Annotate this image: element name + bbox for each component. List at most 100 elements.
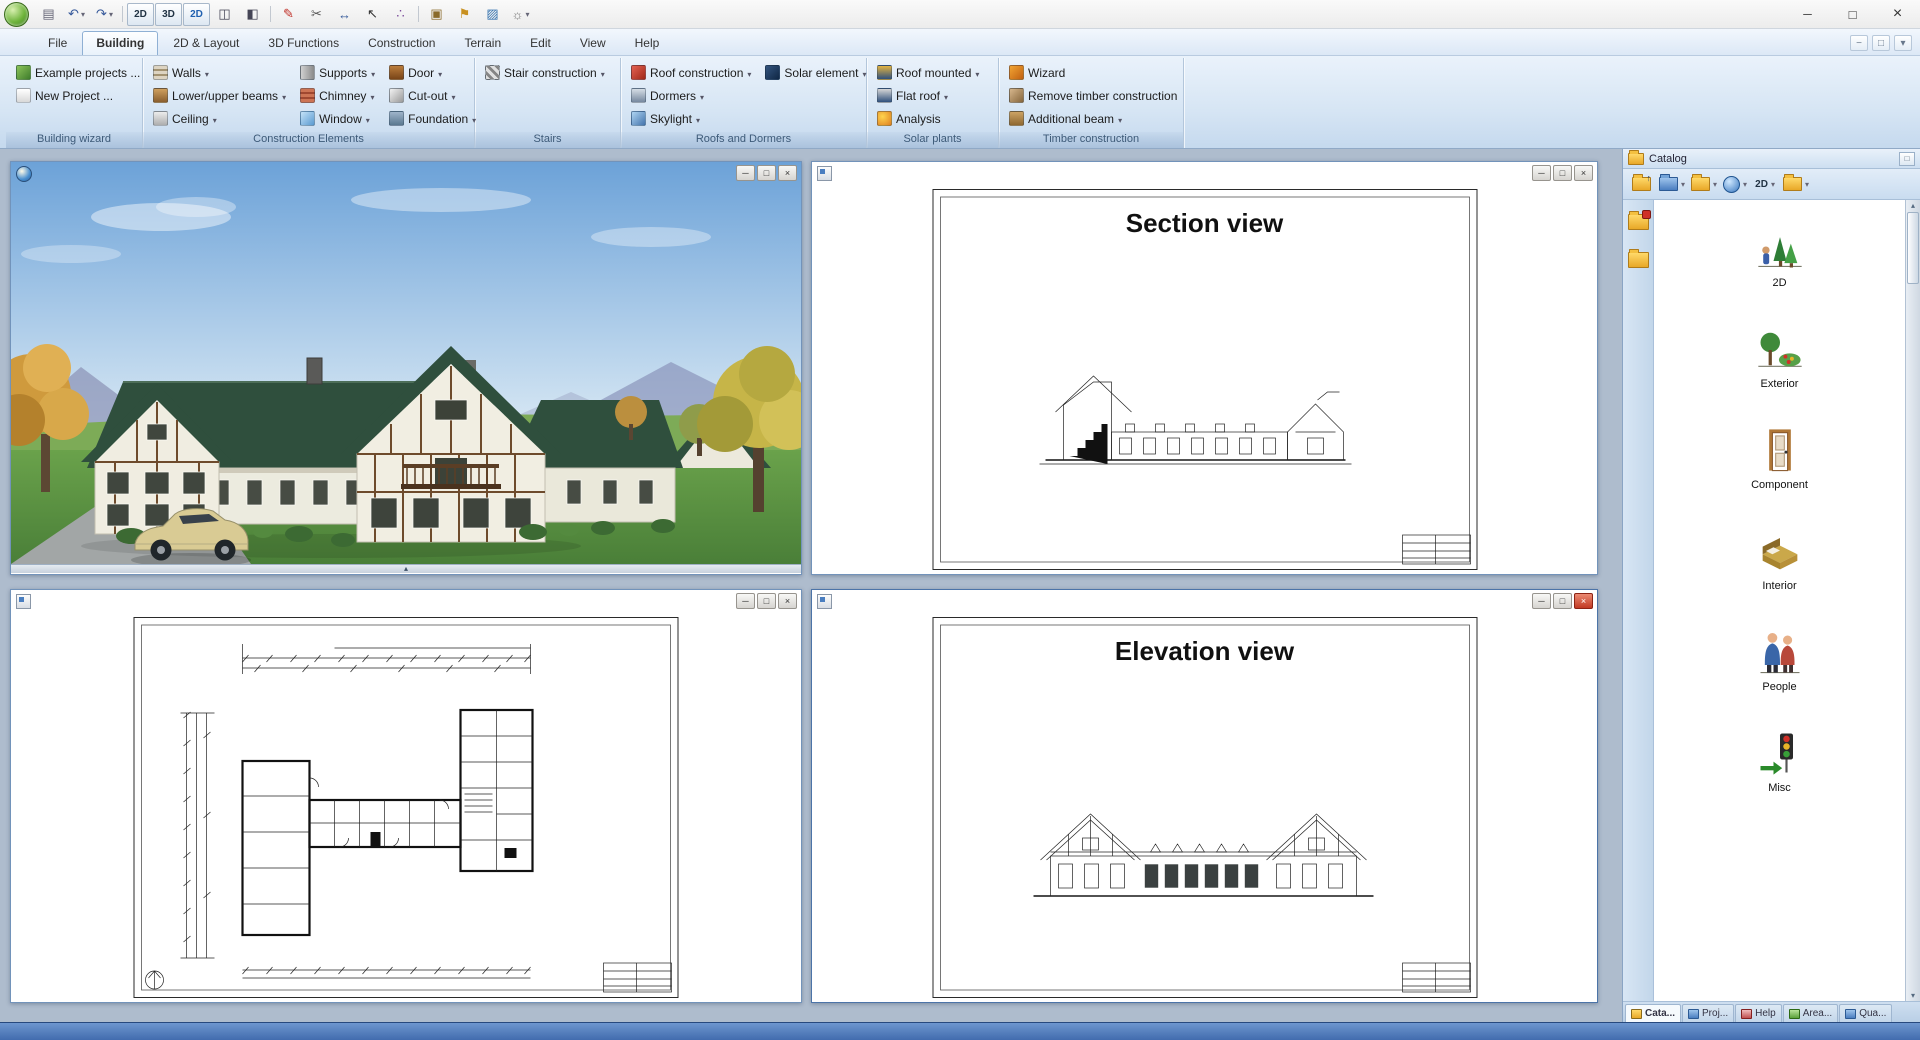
view-2d-button[interactable]: 2D: [127, 3, 154, 26]
child-minimize-button[interactable]: ─: [1532, 593, 1551, 609]
child-close-button[interactable]: ×: [1574, 165, 1593, 181]
window-menu-icon[interactable]: [817, 594, 832, 609]
tab-3d-functions[interactable]: 3D Functions: [254, 31, 353, 55]
window-button[interactable]: Window: [296, 107, 379, 130]
tab-quantities[interactable]: Qua...: [1839, 1004, 1892, 1022]
materials-catalog-button[interactable]: [1690, 171, 1718, 197]
dormers-button[interactable]: Dormers: [627, 84, 755, 107]
flag-icon[interactable]: [451, 3, 478, 26]
foundation-button[interactable]: Foundation: [385, 107, 480, 130]
catalog-item-component[interactable]: Component: [1725, 424, 1835, 491]
lower-upper-beams-button[interactable]: Lower/upper beams: [149, 84, 290, 107]
child-restore-button[interactable]: □: [1553, 593, 1572, 609]
flat-roof-button[interactable]: Flat roof: [873, 84, 992, 107]
window-menu-icon[interactable]: [16, 594, 31, 609]
tab-help[interactable]: Help: [1735, 1004, 1782, 1022]
cut-out-button[interactable]: Cut-out: [385, 84, 480, 107]
analysis-button[interactable]: Analysis: [873, 107, 992, 130]
supports-button[interactable]: Supports: [296, 61, 379, 84]
catalog-item-interior[interactable]: Interior: [1725, 525, 1835, 592]
package-icon[interactable]: [423, 3, 450, 26]
edit-points-icon[interactable]: [387, 3, 414, 26]
internet-catalog-button[interactable]: [1722, 171, 1748, 197]
example-projects-button[interactable]: Example projects ...: [12, 61, 144, 84]
new-document-icon[interactable]: [35, 3, 62, 26]
door-button[interactable]: Door: [385, 61, 480, 84]
view-3d-button[interactable]: 3D: [155, 3, 182, 26]
undo-icon[interactable]: [63, 3, 90, 26]
dropdown-arrow-icon[interactable]: [451, 89, 455, 103]
child-close-button[interactable]: ×: [1574, 593, 1593, 609]
tab-construction[interactable]: Construction: [354, 31, 449, 55]
catalog-item-exterior[interactable]: Exterior: [1725, 323, 1835, 390]
dropdown-arrow-icon[interactable]: [370, 89, 374, 103]
scroll-thumb[interactable]: [1907, 212, 1919, 284]
horizontal-scrollbar[interactable]: [11, 564, 801, 573]
tab-catalog[interactable]: Cata...: [1625, 1004, 1681, 1022]
dropdown-arrow-icon[interactable]: [366, 112, 370, 126]
tab-2d-layout[interactable]: 2D & Layout: [159, 31, 253, 55]
scroll-down-icon[interactable]: [1911, 991, 1915, 1000]
additional-beam-button[interactable]: Additional beam: [1005, 107, 1181, 130]
dropdown-arrow-icon[interactable]: [371, 66, 375, 80]
drawing-sheet[interactable]: [134, 617, 679, 998]
ribbon-display-button[interactable]: [1872, 35, 1890, 51]
ceiling-button[interactable]: Ceiling: [149, 107, 290, 130]
catalog-shortcut-folder-2[interactable]: [1628, 252, 1649, 268]
dropdown-arrow-icon[interactable]: [862, 66, 866, 80]
catalog-scrollbar[interactable]: [1905, 200, 1920, 1001]
catalog-shortcut-folder-1[interactable]: [1628, 214, 1649, 230]
skylight-button[interactable]: Skylight: [627, 107, 755, 130]
trim-icon[interactable]: [303, 3, 330, 26]
options-icon[interactable]: [507, 3, 534, 26]
dropdown-arrow-icon[interactable]: [696, 112, 700, 126]
dropdown-arrow-icon[interactable]: [438, 66, 442, 80]
3d-render-canvas[interactable]: [11, 162, 801, 564]
dropdown-arrow-icon[interactable]: [975, 66, 979, 80]
tab-view[interactable]: View: [566, 31, 620, 55]
dropdown-arrow-icon[interactable]: [1118, 112, 1122, 126]
child-minimize-button[interactable]: ─: [736, 165, 755, 181]
objects-catalog-button[interactable]: [1658, 171, 1686, 197]
walls-button[interactable]: Walls: [149, 61, 290, 84]
groups-catalog-button[interactable]: [1782, 171, 1810, 197]
child-minimize-button[interactable]: ─: [736, 593, 755, 609]
app-logo[interactable]: [4, 2, 29, 27]
tab-file[interactable]: File: [34, 31, 81, 55]
remove-timber-construction-button[interactable]: Remove timber construction: [1005, 84, 1181, 107]
tab-building[interactable]: Building: [82, 31, 158, 55]
tab-terrain[interactable]: Terrain: [450, 31, 515, 55]
dimension-icon[interactable]: [331, 3, 358, 26]
section-view-icon[interactable]: [239, 3, 266, 26]
view-gizmo-icon[interactable]: [16, 166, 32, 182]
ribbon-options-arrow-icon[interactable]: [1894, 35, 1912, 51]
dropdown-arrow-icon[interactable]: [944, 89, 948, 103]
dropdown-arrow-icon[interactable]: [601, 66, 605, 80]
texture-icon[interactable]: [479, 3, 506, 26]
maximize-button[interactable]: [1830, 0, 1875, 28]
dropdown-arrow-icon[interactable]: [205, 66, 209, 80]
new-project-button[interactable]: New Project ...: [12, 84, 144, 107]
viewports-icon[interactable]: [211, 3, 238, 26]
wizard-button[interactable]: Wizard: [1005, 61, 1181, 84]
drawing-sheet[interactable]: Section view: [932, 189, 1477, 570]
dropdown-arrow-icon[interactable]: [213, 112, 217, 126]
tab-help[interactable]: Help: [621, 31, 674, 55]
dropdown-arrow-icon[interactable]: [700, 89, 704, 103]
redo-icon[interactable]: [91, 3, 118, 26]
catalog-pin-button[interactable]: [1899, 152, 1915, 166]
child-restore-button[interactable]: □: [757, 593, 776, 609]
view-2d-dropdown[interactable]: 2D: [1752, 171, 1778, 197]
solar-element-button[interactable]: Solar element: [761, 61, 870, 84]
catalog-item-misc[interactable]: Misc: [1725, 727, 1835, 794]
roof-mounted-button[interactable]: Roof mounted: [873, 61, 992, 84]
catalog-item-2d[interactable]: 2D: [1725, 222, 1835, 289]
child-close-button[interactable]: ×: [778, 165, 797, 181]
ribbon-minimize-button[interactable]: [1850, 35, 1868, 51]
stair-construction-button[interactable]: Stair construction: [481, 61, 614, 84]
drawing-sheet[interactable]: Elevation view: [932, 617, 1477, 998]
child-close-button[interactable]: ×: [778, 593, 797, 609]
roof-construction-button[interactable]: Roof construction: [627, 61, 755, 84]
select-cursor-icon[interactable]: [359, 3, 386, 26]
scroll-up-icon[interactable]: [1911, 201, 1915, 210]
